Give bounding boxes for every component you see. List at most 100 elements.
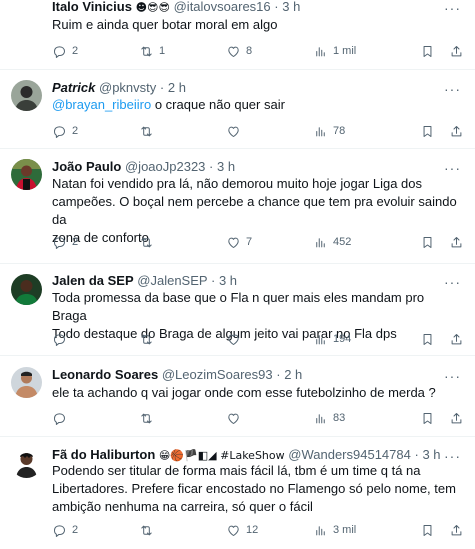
display-name[interactable]: Patrick — [52, 80, 95, 95]
view-count: 194 — [333, 333, 352, 345]
bookmark-icon — [423, 412, 432, 424]
user-handle[interactable]: @italovsoares16 — [174, 0, 271, 14]
retweet-button[interactable]: 1 — [139, 41, 165, 61]
share-button[interactable] — [449, 329, 464, 349]
user-handle[interactable]: @JalenSEP — [137, 273, 207, 288]
reply-button[interactable]: 2 — [52, 520, 78, 540]
views-button[interactable]: 78 — [313, 121, 345, 141]
bookmark-icon — [423, 125, 432, 137]
bookmark-button[interactable] — [420, 121, 435, 141]
tweet[interactable]: Jalen da SEP @JalenSEP · 3 h ··· Toda pr… — [0, 264, 475, 356]
timestamp[interactable]: 2 h — [284, 367, 302, 382]
timestamp[interactable]: 3 h — [217, 159, 235, 174]
views-button[interactable]: 452 — [313, 232, 351, 252]
separator-dot: · — [274, 0, 279, 14]
share-button[interactable] — [449, 121, 464, 141]
user-handle[interactable]: @pknvsty — [99, 80, 156, 95]
retweet-icon — [141, 525, 152, 535]
like-count: 7 — [246, 236, 253, 248]
more-options-icon[interactable]: ··· — [444, 1, 461, 15]
user-handle[interactable]: @joaoJp2323 — [125, 159, 205, 174]
separator-dot: · — [414, 447, 419, 462]
bookmark-icon — [423, 333, 432, 345]
tweet[interactable]: João Paulo @joaoJp2323 · 3 h ··· Natan f… — [0, 149, 475, 264]
share-button[interactable] — [449, 232, 464, 252]
reply-icon — [54, 412, 65, 425]
avatar[interactable] — [11, 367, 42, 398]
tweet[interactable]: Italo Vinicius ☻😎😎 @italovsoares16 · 3 h… — [0, 0, 475, 70]
timestamp[interactable]: 3 h — [282, 0, 300, 14]
like-button[interactable]: 12 — [226, 520, 258, 540]
reply-button[interactable]: 2 — [52, 232, 78, 252]
display-name[interactable]: Fã do Haliburton — [52, 447, 155, 462]
reply-count: 2 — [72, 45, 79, 57]
retweet-button[interactable] — [139, 408, 159, 428]
reply-count: 2 — [72, 236, 79, 248]
like-button[interactable] — [226, 408, 246, 428]
share-button[interactable] — [449, 408, 464, 428]
views-button[interactable]: 194 — [313, 329, 351, 349]
like-button[interactable] — [226, 329, 246, 349]
action-bar: 2 1 8 1 mil — [52, 41, 467, 61]
tweet-header: Fã do Haliburton 😁🏀🏴◧◢ #LakeShow @Wander… — [52, 446, 445, 463]
avatar[interactable] — [11, 80, 42, 111]
reply-button[interactable]: 2 — [52, 121, 78, 141]
avatar[interactable] — [11, 159, 42, 190]
heart-icon — [228, 46, 239, 57]
more-options-icon[interactable]: ··· — [444, 449, 461, 463]
bookmark-button[interactable] — [420, 408, 435, 428]
display-name[interactable]: Jalen da SEP — [52, 273, 134, 288]
timestamp[interactable]: 3 h — [422, 447, 440, 462]
user-handle[interactable]: @LeozimSoares93 — [162, 367, 273, 382]
tweet-header: Patrick @pknvsty · 2 h — [52, 79, 445, 96]
mention-link[interactable]: @brayan_ribeiiro — [52, 97, 151, 112]
bookmark-button[interactable] — [420, 232, 435, 252]
bookmark-button[interactable] — [420, 41, 435, 61]
retweet-button[interactable] — [139, 520, 159, 540]
views-button[interactable]: 83 — [313, 408, 345, 428]
share-button[interactable] — [449, 520, 464, 540]
tweet-text-line: Ruim e ainda quer botar moral em algo — [52, 17, 278, 32]
tweet[interactable]: Patrick @pknvsty · 2 h ··· @brayan_ribei… — [0, 70, 475, 149]
name-emojis: ☻😎😎 — [135, 1, 170, 14]
share-icon — [451, 333, 462, 344]
tweet[interactable]: Fã do Haliburton 😁🏀🏴◧◢ #LakeShow @Wander… — [0, 437, 475, 549]
like-button[interactable] — [226, 121, 246, 141]
tweet-text-line: campeões. O boçal nem percebe a chance q… — [52, 194, 457, 227]
retweet-button[interactable] — [139, 232, 159, 252]
retweet-button[interactable] — [139, 121, 159, 141]
reply-icon — [54, 125, 65, 138]
display-name[interactable]: Italo Vinicius — [52, 0, 132, 14]
separator-dot: · — [210, 273, 216, 288]
more-options-icon[interactable]: ··· — [444, 82, 461, 96]
views-button[interactable]: 3 mil — [313, 520, 356, 540]
tweet[interactable]: Leonardo Soares @LeozimSoares93 · 2 h ··… — [0, 356, 475, 437]
reply-button[interactable] — [52, 408, 72, 428]
reply-button[interactable] — [52, 329, 72, 349]
avatar[interactable] — [11, 274, 42, 305]
timestamp[interactable]: 2 h — [168, 80, 186, 95]
more-options-icon[interactable]: ··· — [444, 275, 461, 289]
action-bar: 2 12 3 mil — [52, 520, 467, 540]
bookmark-icon — [423, 524, 432, 536]
like-button[interactable]: 7 — [226, 232, 252, 252]
retweet-button[interactable] — [139, 329, 159, 349]
views-button[interactable]: 1 mil — [313, 41, 356, 61]
more-options-icon[interactable]: ··· — [444, 161, 461, 175]
view-count: 452 — [333, 236, 352, 248]
name-emojis: 😁🏀🏴◧◢ #LakeShow — [158, 449, 285, 462]
share-icon — [451, 125, 462, 136]
timestamp[interactable]: 3 h — [219, 273, 237, 288]
user-handle[interactable]: @Wanders94514784 — [288, 447, 411, 462]
display-name[interactable]: Leonardo Soares — [52, 367, 158, 382]
more-options-icon[interactable]: ··· — [444, 369, 461, 383]
avatar[interactable] — [11, 447, 42, 478]
bookmark-button[interactable] — [420, 329, 435, 349]
bookmark-button[interactable] — [420, 520, 435, 540]
reply-button[interactable]: 2 — [52, 41, 78, 61]
display-name[interactable]: João Paulo — [52, 159, 121, 174]
replies-feed: Italo Vinicius ☻😎😎 @italovsoares16 · 3 h… — [0, 0, 475, 549]
like-button[interactable]: 8 — [226, 41, 252, 61]
separator-dot: · — [209, 159, 214, 174]
share-button[interactable] — [449, 41, 464, 61]
